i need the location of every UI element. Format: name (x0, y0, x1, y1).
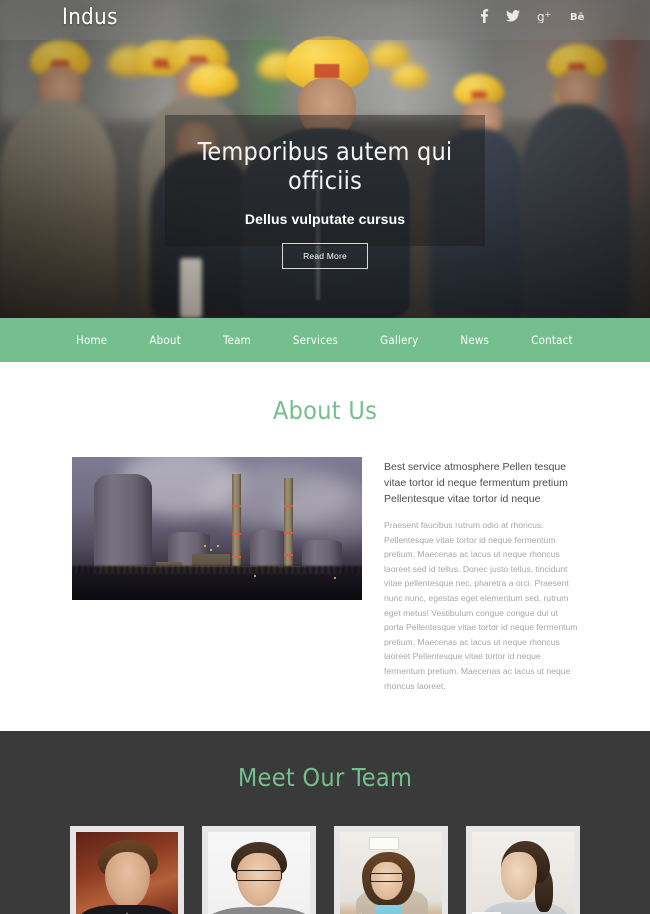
facebook-icon[interactable] (479, 9, 489, 23)
nav-item-news[interactable]: News (460, 333, 489, 347)
team-member-photo[interactable] (466, 826, 580, 914)
svg-text:g: g (537, 10, 545, 23)
hero-subtitle: Dellus vulputate cursus (244, 211, 406, 227)
team-member: MARK SIMMY Fusce et nibh eget odio cursu… (334, 826, 448, 914)
social-links: g + Bē (479, 9, 588, 23)
team-member: CAROL ADAMS Fusce et nibh eget odio curs… (202, 826, 316, 914)
read-more-button[interactable]: Read More (282, 243, 368, 269)
nav-item-team[interactable]: Team (223, 333, 251, 347)
about-text-block: Best service atmosphere Pellen tesque vi… (384, 457, 578, 693)
team-member-photo[interactable] (202, 826, 316, 914)
nav-item-contact[interactable]: Contact (531, 333, 573, 347)
nav-item-home[interactable]: Home (76, 333, 107, 347)
about-section: About Us Best service atmosphere Pellen … (0, 362, 650, 732)
team-member-photo[interactable] (334, 826, 448, 914)
site-logo[interactable]: Indus (62, 5, 118, 30)
nav-item-services[interactable]: Services (293, 333, 338, 347)
about-lead-text: Best service atmosphere Pellen tesque vi… (384, 461, 568, 505)
svg-text:+: + (545, 10, 552, 19)
twitter-icon[interactable] (506, 10, 520, 22)
page-root: Indus g + Bē Temporibus autem qui officii… (0, 0, 650, 914)
team-members-row: ALAN SMITH Fusce et nibh eget odio cursu… (0, 826, 650, 914)
about-body-paragraph: Praesent faucibus rutrum odio at rhoncus… (384, 520, 578, 691)
team-member-photo[interactable] (70, 826, 184, 914)
team-section: Meet Our Team ALAN SMITH Fusce et nibh e… (0, 731, 650, 914)
top-bar: Indus g + Bē (0, 0, 650, 40)
team-member: MARK SIMMY Fusce et nibh eget odio cursu… (466, 826, 580, 914)
behance-icon[interactable]: Bē (570, 10, 588, 22)
about-content-row: Best service atmosphere Pellen tesque vi… (0, 457, 650, 693)
main-navigation: Home About Team Services Gallery News Co… (0, 318, 650, 362)
svg-text:Bē: Bē (570, 12, 585, 22)
team-title: Meet Our Team (237, 763, 413, 793)
team-member: ALAN SMITH Fusce et nibh eget odio cursu… (70, 826, 184, 914)
nav-item-about[interactable]: About (149, 333, 181, 347)
hero-section: Indus g + Bē Temporibus autem qui officii… (0, 0, 650, 318)
about-body-text: Praesent faucibus rutrum odio at rhoncus… (384, 518, 578, 693)
about-title: About Us (272, 396, 378, 425)
hero-title: Temporibus autem qui officiis (197, 137, 453, 195)
nav-item-gallery[interactable]: Gallery (380, 333, 418, 347)
power-plant-image (72, 457, 362, 600)
hero-overlay: Temporibus autem qui officiis Dellus vul… (165, 115, 485, 269)
google-plus-icon[interactable]: g + (537, 10, 553, 23)
